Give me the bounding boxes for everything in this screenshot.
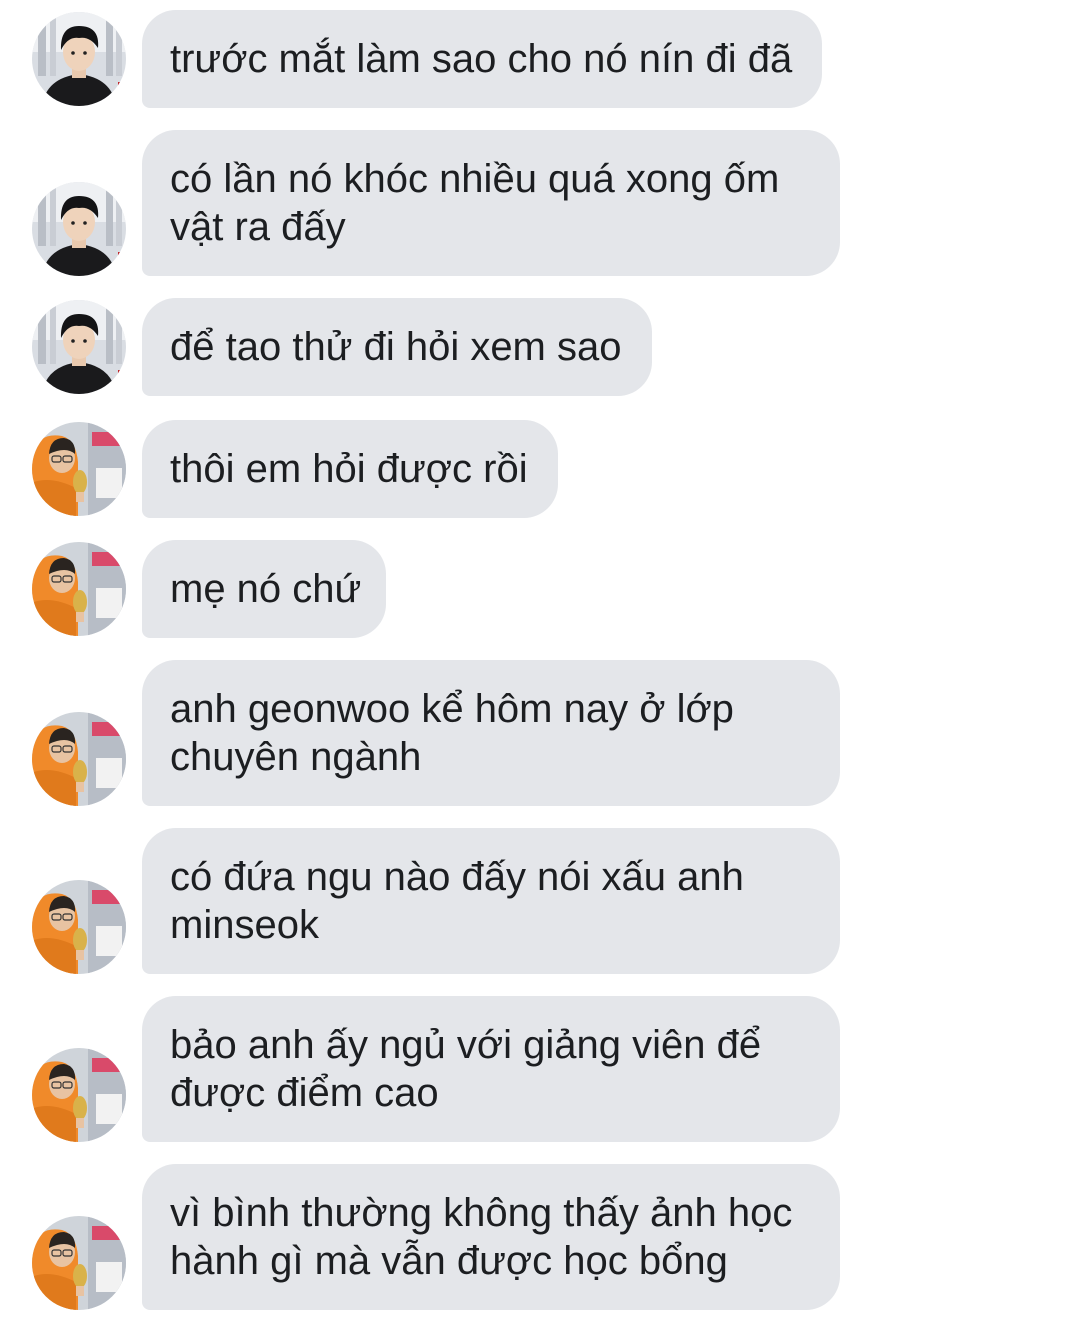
message-row: có lần nó khóc nhiều quá xong ốm vật ra … bbox=[0, 130, 1080, 276]
avatar-orange-hoodie-icon bbox=[32, 1216, 126, 1310]
message-bubble[interactable]: để tao thử đi hỏi xem sao bbox=[142, 298, 652, 396]
message-row: bảo anh ấy ngủ với giảng viên để được đi… bbox=[0, 996, 1080, 1142]
message-text: bảo anh ấy ngủ với giảng viên để được đi… bbox=[170, 1023, 762, 1115]
avatar-dark-hair-black-shirt-icon bbox=[32, 12, 126, 106]
avatar-orange-hoodie-icon bbox=[32, 712, 126, 806]
avatar[interactable] bbox=[32, 1216, 126, 1310]
avatar[interactable] bbox=[32, 12, 126, 106]
message-text: thôi em hỏi được rồi bbox=[170, 447, 528, 491]
avatar-orange-hoodie-icon bbox=[32, 422, 126, 516]
message-text: vì bình thường không thấy ảnh học hành g… bbox=[170, 1191, 793, 1283]
message-row: trước mắt làm sao cho nó nín đi đã bbox=[0, 10, 1080, 108]
avatar[interactable] bbox=[32, 542, 126, 636]
message-bubble[interactable]: có đứa ngu nào đấy nói xấu anh minseok bbox=[142, 828, 840, 974]
message-row: vì bình thường không thấy ảnh học hành g… bbox=[0, 1164, 1080, 1310]
avatar-orange-hoodie-icon bbox=[32, 542, 126, 636]
avatar-orange-hoodie-icon bbox=[32, 880, 126, 974]
message-text: để tao thử đi hỏi xem sao bbox=[170, 325, 622, 369]
avatar-dark-hair-black-shirt-icon bbox=[32, 300, 126, 394]
message-bubble[interactable]: thôi em hỏi được rồi bbox=[142, 420, 558, 518]
message-bubble[interactable]: vì bình thường không thấy ảnh học hành g… bbox=[142, 1164, 840, 1310]
message-bubble[interactable]: anh geonwoo kể hôm nay ở lớp chuyên ngàn… bbox=[142, 660, 840, 806]
message-row: thôi em hỏi được rồi bbox=[0, 420, 1080, 518]
message-text: mẹ nó chứ bbox=[170, 567, 362, 611]
message-text: anh geonwoo kể hôm nay ở lớp chuyên ngàn… bbox=[170, 687, 734, 779]
message-bubble[interactable]: có lần nó khóc nhiều quá xong ốm vật ra … bbox=[142, 130, 840, 276]
avatar[interactable] bbox=[32, 182, 126, 276]
message-bubble[interactable]: bảo anh ấy ngủ với giảng viên để được đi… bbox=[142, 996, 840, 1142]
avatar[interactable] bbox=[32, 712, 126, 806]
message-text: trước mắt làm sao cho nó nín đi đã bbox=[170, 37, 793, 81]
avatar-dark-hair-black-shirt-icon bbox=[32, 182, 126, 276]
avatar[interactable] bbox=[32, 1048, 126, 1142]
message-row: anh geonwoo kể hôm nay ở lớp chuyên ngàn… bbox=[0, 660, 1080, 806]
message-bubble[interactable]: trước mắt làm sao cho nó nín đi đã bbox=[142, 10, 822, 108]
avatar[interactable] bbox=[32, 300, 126, 394]
avatar-orange-hoodie-icon bbox=[32, 1048, 126, 1142]
avatar[interactable] bbox=[32, 880, 126, 974]
avatar[interactable] bbox=[32, 422, 126, 516]
message-row: để tao thử đi hỏi xem sao bbox=[0, 298, 1080, 396]
message-row: mẹ nó chứ bbox=[0, 540, 1080, 638]
message-bubble[interactable]: mẹ nó chứ bbox=[142, 540, 386, 638]
message-text: có đứa ngu nào đấy nói xấu anh minseok bbox=[170, 855, 744, 947]
message-row: có đứa ngu nào đấy nói xấu anh minseok bbox=[0, 828, 1080, 974]
message-text: có lần nó khóc nhiều quá xong ốm vật ra … bbox=[170, 157, 780, 249]
